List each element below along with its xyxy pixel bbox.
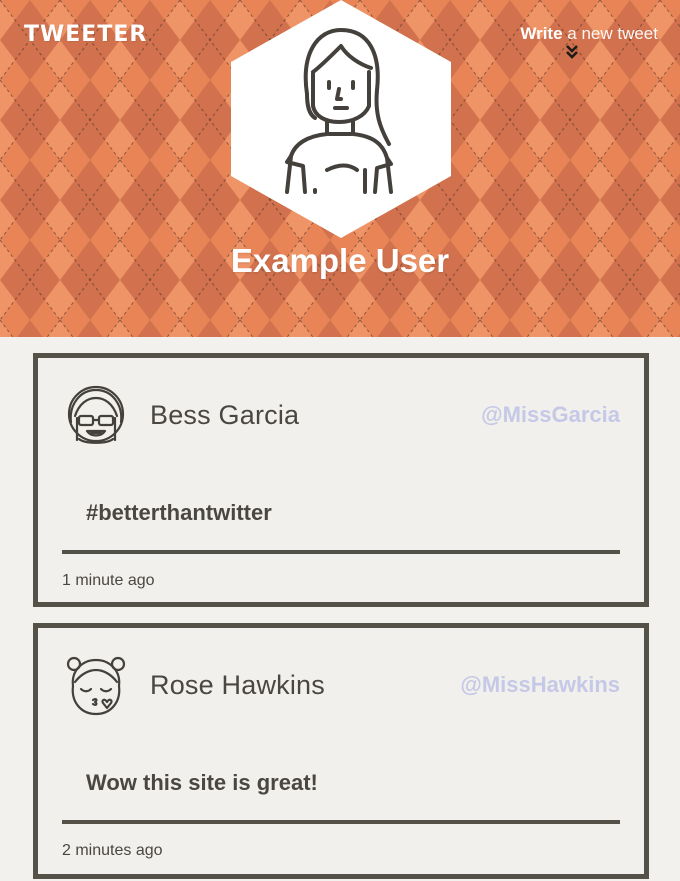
tweet-body: #betterthantwitter xyxy=(86,500,272,525)
tweet-card: Rose Hawkins @MissHawkins Wow this site … xyxy=(33,623,649,879)
compose-label-bold: Write xyxy=(520,24,563,43)
girl-blowing-kiss-icon xyxy=(66,656,126,716)
profile-name: Example User xyxy=(230,242,450,279)
tweet-divider xyxy=(62,550,620,554)
profile-header: TWEETER Write a new tweet Example User xyxy=(0,0,680,337)
tweet-card: Bess Garcia @MissGarcia #betterthantwitt… xyxy=(33,353,649,607)
compose-label-rest: a new tweet xyxy=(562,24,658,43)
tweet-author-handle[interactable]: @MissGarcia xyxy=(481,402,620,428)
tweet-divider xyxy=(62,820,620,824)
tweet-author-name[interactable]: Rose Hawkins xyxy=(150,670,325,701)
tweet-body: Wow this site is great! xyxy=(86,770,318,795)
tweet-timestamp: 2 minutes ago xyxy=(62,842,163,859)
tweet-author-name[interactable]: Bess Garcia xyxy=(150,400,299,431)
tweet-timestamp: 1 minute ago xyxy=(62,572,155,589)
write-new-tweet-link[interactable]: Write a new tweet xyxy=(520,24,658,59)
brand-logo[interactable]: TWEETER xyxy=(24,22,147,47)
profile-avatar xyxy=(231,0,451,238)
girl-with-glasses-icon xyxy=(67,385,125,444)
tweet-author-handle[interactable]: @MissHawkins xyxy=(460,672,620,698)
double-chevron-down-icon xyxy=(566,45,579,59)
